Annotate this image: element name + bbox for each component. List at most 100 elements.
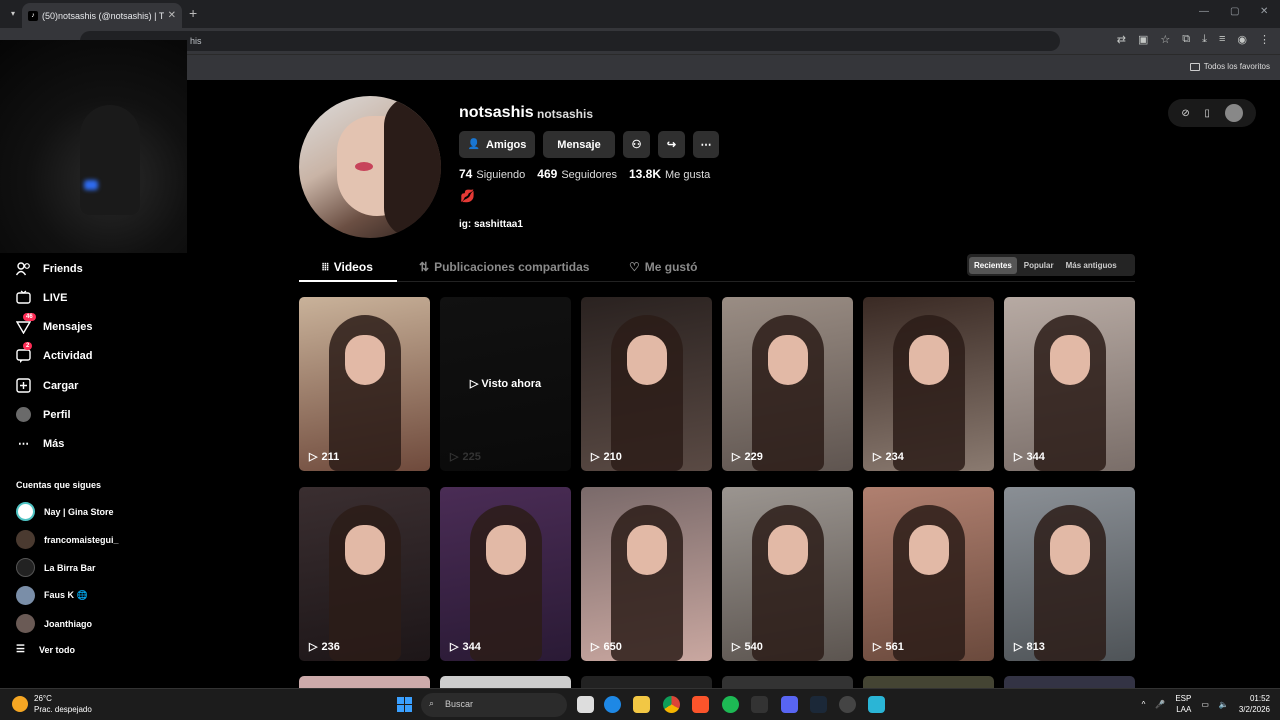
download-icon[interactable]: ⤓ bbox=[1202, 33, 1207, 46]
sidebar-item-profile[interactable]: Perfil bbox=[16, 407, 71, 422]
share-button[interactable]: ↪ bbox=[658, 131, 685, 158]
coins-icon[interactable]: ⊘ bbox=[1181, 108, 1189, 119]
chrome-icon[interactable] bbox=[663, 696, 680, 713]
mic-icon[interactable]: 🎤 bbox=[1155, 700, 1165, 709]
windows-start-icon[interactable] bbox=[397, 697, 412, 712]
file-explorer-icon[interactable] bbox=[633, 696, 650, 713]
messages-icon: 46 bbox=[16, 313, 36, 334]
windows-taskbar: 26°C Prac. despejado ⌕ Buscar ^ 🎤 ESP LAA … bbox=[0, 688, 1280, 720]
video-card[interactable]: ▷ 210 bbox=[581, 297, 712, 471]
all-bookmarks[interactable]: Todos los favoritos bbox=[1189, 62, 1270, 71]
view-count: ▷ 234 bbox=[873, 450, 904, 464]
add-user-icon: ⚇ bbox=[631, 139, 642, 151]
sidebar-item-messages[interactable]: 46 Mensajes bbox=[16, 313, 93, 334]
spotify-icon[interactable] bbox=[722, 696, 739, 713]
view-count: ▷ 225 bbox=[450, 450, 481, 464]
video-card[interactable]: ▷ 229 bbox=[722, 297, 853, 471]
message-button[interactable]: Mensaje bbox=[543, 131, 615, 158]
sort-popular-button[interactable]: Popular bbox=[1019, 257, 1059, 274]
app-f-icon[interactable] bbox=[868, 696, 885, 713]
volume-icon[interactable]: 🔈 bbox=[1219, 700, 1229, 709]
thumbnail-face bbox=[345, 335, 385, 385]
cast-icon[interactable]: ▣ bbox=[1138, 33, 1148, 46]
discord-icon[interactable] bbox=[781, 696, 798, 713]
play-icon: ▷ bbox=[591, 641, 600, 653]
share-icon: ↪ bbox=[666, 139, 677, 151]
thumbnail-face bbox=[909, 525, 949, 575]
video-card[interactable]: ▷ 540 bbox=[722, 487, 853, 661]
app-icon[interactable] bbox=[839, 696, 856, 713]
menu-dots-icon[interactable]: ⋮ bbox=[1259, 33, 1270, 46]
close-tab-icon[interactable]: ✕ bbox=[168, 10, 176, 21]
profile-nickname: notsashis bbox=[537, 107, 594, 121]
friends-button[interactable]: 👤 Amigos bbox=[459, 131, 535, 158]
video-card[interactable]: ▷ 561 bbox=[863, 487, 994, 661]
video-card[interactable]: ▷ 344 bbox=[440, 487, 571, 661]
profile-username: notsashis bbox=[459, 104, 534, 121]
url-field[interactable]: his bbox=[80, 31, 1060, 51]
task-view-icon[interactable] bbox=[577, 696, 594, 713]
play-icon: ▷ bbox=[450, 451, 459, 463]
clock[interactable]: 01:52 3/2/2026 bbox=[1239, 693, 1270, 715]
language-indicator[interactable]: ESP LAA bbox=[1175, 693, 1191, 715]
view-count: ▷ 229 bbox=[732, 450, 763, 464]
tab-liked[interactable]: ♡ Me gustó bbox=[629, 260, 697, 274]
video-card[interactable]: ▷ 813 bbox=[1004, 487, 1135, 661]
tab-videos[interactable]: ⦙⦙⦙ Videos bbox=[322, 260, 373, 274]
video-card[interactable]: ▷ 344 bbox=[1004, 297, 1135, 471]
thumbnail-face bbox=[345, 525, 385, 575]
video-card[interactable]: ▷ 234 bbox=[863, 297, 994, 471]
active-tab-indicator bbox=[299, 280, 397, 282]
sort-oldest-button[interactable]: Más antiguos bbox=[1061, 257, 1122, 274]
device-icon[interactable]: ▯ bbox=[1204, 108, 1210, 119]
following-item[interactable]: Nay | Gina Store bbox=[16, 502, 114, 521]
tray-chevron-icon[interactable]: ^ bbox=[1142, 700, 1146, 709]
close-window-icon[interactable]: ✕ bbox=[1260, 6, 1268, 17]
sidebar-item-upload[interactable]: Cargar bbox=[16, 378, 78, 393]
tab-reposts[interactable]: ⇅ Publicaciones compartidas bbox=[419, 260, 589, 274]
taskbar-search[interactable]: ⌕ Buscar bbox=[421, 693, 567, 717]
browser-tab-strip: ▾ ♪ (50)notsashis (@notsashis) | Ti ✕ + … bbox=[0, 0, 1280, 28]
stat-followers[interactable]: 469 Seguidores bbox=[537, 167, 617, 181]
brave-icon[interactable] bbox=[692, 696, 709, 713]
video-card[interactable]: ▷ 211 bbox=[299, 297, 430, 471]
restore-icon[interactable]: ▢ bbox=[1230, 6, 1239, 17]
more-options-button[interactable]: ⋯ bbox=[693, 131, 719, 158]
video-card[interactable]: ▷ 236 bbox=[299, 487, 430, 661]
user-avatar-icon[interactable] bbox=[1224, 104, 1243, 122]
following-item[interactable]: francomaistegui_ bbox=[16, 530, 119, 549]
sidebar-item-live[interactable]: LIVE bbox=[16, 290, 67, 305]
profile-icon[interactable]: ◉ bbox=[1237, 33, 1247, 46]
new-tab-icon[interactable]: + bbox=[189, 5, 197, 21]
repost-icon: ⇅ bbox=[419, 260, 430, 274]
edge-icon[interactable] bbox=[604, 696, 621, 713]
epic-games-icon[interactable] bbox=[751, 696, 768, 713]
sidebar-item-friends[interactable]: Friends bbox=[16, 261, 83, 276]
list-icon: ☰ bbox=[16, 644, 25, 655]
network-icon[interactable]: ▭ bbox=[1201, 700, 1209, 709]
following-item[interactable]: La Birra Bar bbox=[16, 558, 96, 577]
minimize-icon[interactable]: — bbox=[1199, 6, 1209, 17]
see-all-link[interactable]: ☰ Ver todo bbox=[16, 644, 75, 655]
sidebar-item-more[interactable]: ⋯ Más bbox=[16, 436, 64, 451]
following-item[interactable]: Joanthiago bbox=[16, 614, 92, 633]
translate-icon[interactable]: ⇄ bbox=[1117, 33, 1126, 46]
steam-icon[interactable] bbox=[810, 696, 827, 713]
sidebar-item-activity[interactable]: 2 Actividad bbox=[16, 342, 93, 363]
stat-following[interactable]: 74 Siguiendo bbox=[459, 167, 525, 181]
video-card[interactable]: ▷ 650 bbox=[581, 487, 712, 661]
following-item[interactable]: Faus K 🌐 bbox=[16, 586, 88, 605]
sort-recent-button[interactable]: Recientes bbox=[969, 256, 1017, 274]
view-count-value: 344 bbox=[462, 640, 481, 653]
add-friend-button[interactable]: ⚇ bbox=[623, 131, 650, 158]
video-card[interactable]: ▷ Visto ahora ▷ 225 bbox=[440, 297, 571, 471]
bookmark-star-icon[interactable]: ☆ bbox=[1160, 33, 1170, 46]
browser-tab[interactable]: ♪ (50)notsashis (@notsashis) | Ti ✕ bbox=[22, 3, 182, 28]
tab-list-icon[interactable]: ▾ bbox=[6, 6, 20, 20]
view-count-value: 234 bbox=[885, 450, 904, 463]
sort-toggle: Recientes Popular Más antiguos bbox=[967, 254, 1135, 276]
reading-list-icon[interactable]: ≡ bbox=[1219, 33, 1225, 46]
extensions-icon[interactable]: ⧉ bbox=[1182, 33, 1190, 46]
folder-icon bbox=[1189, 62, 1200, 71]
weather-widget[interactable]: 26°C Prac. despejado bbox=[12, 693, 92, 715]
